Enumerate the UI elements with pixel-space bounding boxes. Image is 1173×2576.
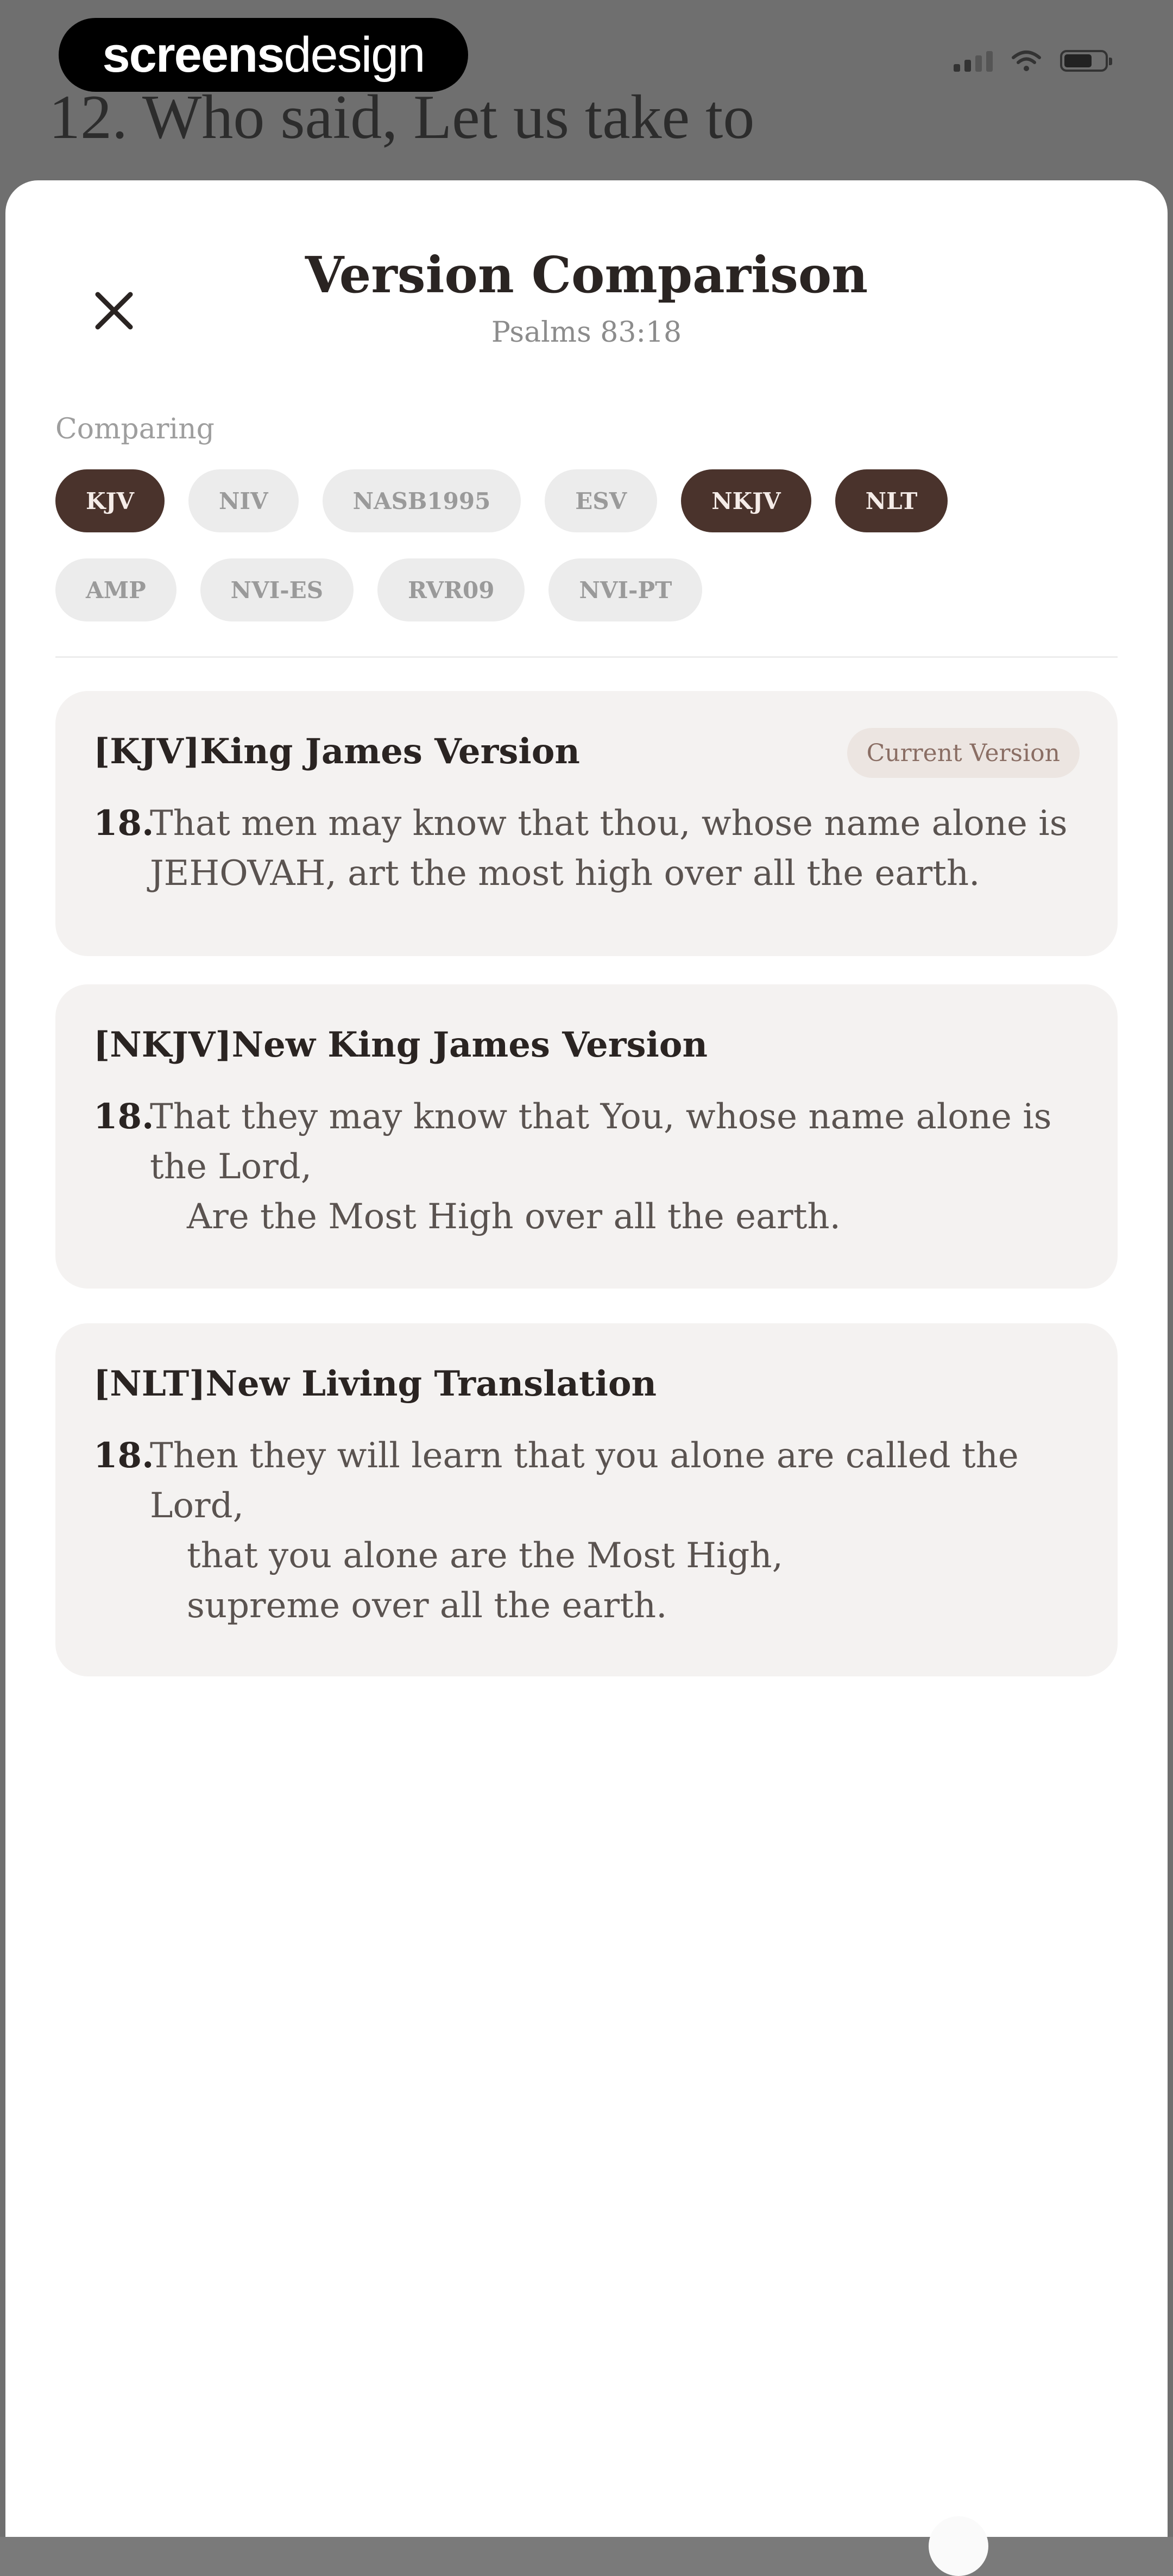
verse-number: 18. [93,1435,154,1476]
version-chip-nvi-pt[interactable]: NVI-PT [548,558,703,621]
version-card-nlt[interactable]: [NLT]New Living Translation 18. Then the… [55,1323,1118,1676]
divider [55,656,1118,658]
version-chip-niv[interactable]: NIV [188,469,299,532]
verse-number: 18. [93,803,154,844]
version-chip-esv[interactable]: ESV [545,469,658,532]
watermark-logo: screens design [59,18,468,92]
current-version-badge: Current Version [847,728,1080,778]
verse-text-block: 18. Then they will learn that you alone … [93,1431,1080,1631]
wifi-icon [1012,51,1041,71]
version-chip-nvi-es[interactable]: NVI-ES [200,558,354,621]
verse-line: That they may know that You, whose name … [150,1097,1052,1137]
faint-floating-button [929,2516,988,2576]
version-chip-rvr09[interactable]: RVR09 [377,558,525,621]
verse-line: JEHOVAH, art the most high over all the … [150,853,980,894]
verse-text: That they may know that You, whose name … [150,1092,1080,1242]
version-chips-row: AMP NVI-ES RVR09 NVI-PT [55,558,703,621]
comparing-label: Comparing [55,413,215,445]
verse-line: Are the Most High over all the earth. [187,1197,841,1237]
verse-line: that you alone are the Most High, [187,1536,783,1576]
verse-reference: Psalms 83:18 [491,316,682,349]
verse-text: Then they will learn that you alone are … [150,1431,1080,1631]
cellular-signal-icon [954,50,993,72]
status-bar [954,49,1112,73]
version-chip-nlt[interactable]: NLT [835,469,948,532]
version-chip-nkjv[interactable]: NKJV [681,469,811,532]
verse-line: That men may know that thou, whose name … [150,803,1068,844]
verse-line: Lord, [150,1486,244,1526]
version-card-nkjv[interactable]: [NKJV]New King James Version 18. That th… [55,984,1118,1289]
verse-text-block: 18. That they may know that You, whose n… [93,1092,1080,1242]
version-chip-nasb1995[interactable]: NASB1995 [322,469,521,532]
page-title: Version Comparison [305,246,868,304]
version-chip-kjv[interactable]: KJV [55,469,165,532]
verse-text-block: 18. That men may know that thou, whose n… [93,799,1080,899]
version-chips-row: KJV NIV NASB1995 ESV NKJV NLT [55,469,948,532]
battery-icon [1060,50,1112,72]
verse-line: supreme over all the earth. [187,1586,667,1626]
version-chip-amp[interactable]: AMP [55,558,176,621]
watermark-text-bold: screens [102,27,285,83]
verse-text: That men may know that thou, whose name … [150,799,1080,899]
verse-number: 18. [93,1096,154,1137]
version-card-title: [NKJV]New King James Version [93,1025,708,1065]
verse-line: the Lord, [150,1147,312,1187]
background-heading: 12. Who said, Let us take to [49,83,755,152]
verse-line: Then they will learn that you alone are … [150,1436,1019,1476]
watermark-text-light: design [283,27,425,83]
version-card-title: [NLT]New Living Translation [93,1364,657,1404]
version-comparison-sheet: Version Comparison Psalms 83:18 Comparin… [5,180,1168,2576]
version-card-kjv[interactable]: [KJV]King James Version Current Version … [55,691,1118,956]
